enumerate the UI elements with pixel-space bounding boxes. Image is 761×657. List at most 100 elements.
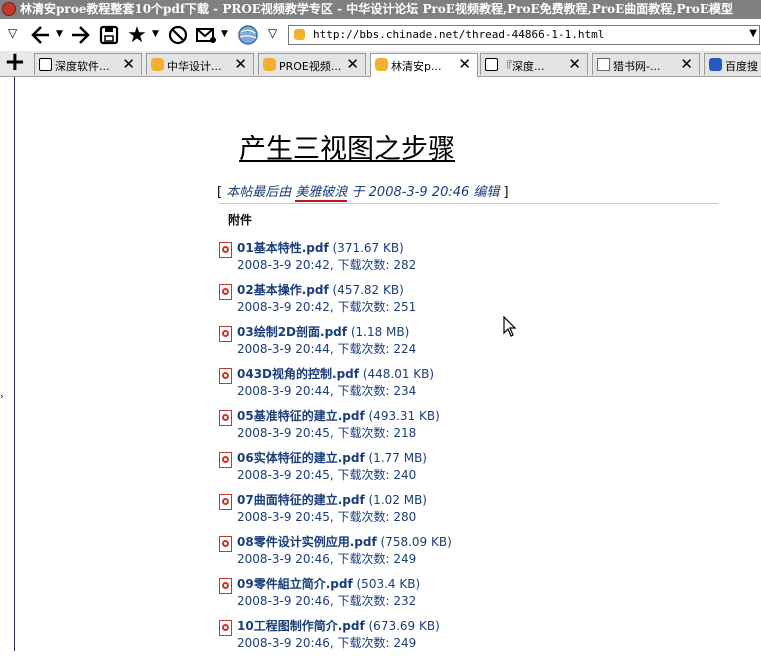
page-icon [485, 58, 498, 71]
tab-bar: + 深度软件... ✕ 中华设计... ✕ PROE视频... ✕ 林清安p..… [0, 49, 761, 77]
pdf-icon [219, 242, 232, 258]
tab-close-icon[interactable]: ✕ [346, 55, 359, 73]
attachment-meta: 2008-3-9 20:46, 下载次数: 249 [237, 636, 417, 650]
back-history-dropdown-icon[interactable]: ▼ [56, 29, 63, 39]
attachments-heading: 附件 [228, 213, 253, 227]
attachment-link[interactable]: 043D视角的控制.pdf [237, 367, 359, 381]
tab-close-icon[interactable]: ✕ [234, 55, 247, 73]
attachment-link[interactable]: 08零件设计实例应用.pdf [237, 535, 377, 549]
mouse-cursor-icon [503, 316, 517, 337]
attachment-size: (493.31 KB) [368, 409, 440, 423]
attachment-size: (758.09 KB) [380, 535, 452, 549]
site-favicon-icon [294, 29, 305, 40]
attachment-size: (1.18 MB) [350, 325, 410, 339]
mail-icon[interactable] [193, 22, 219, 48]
pdf-icon [219, 284, 232, 300]
tab-linqingan-active[interactable]: 林清安p... ✕ [370, 53, 478, 77]
forum-favicon-icon [263, 58, 276, 71]
pdf-icon [219, 620, 232, 636]
stop-icon[interactable] [165, 22, 191, 48]
edit-note-close: ] [503, 185, 509, 200]
attachment-link[interactable]: 09零件組立简介.pdf [237, 577, 353, 591]
link-favicon-icon [597, 58, 610, 71]
post-content: 产生三视图之步骤 [ 本帖最后由 美雅破浪 于 2008-3-9 20:46 编… [0, 77, 761, 651]
attachment-meta: 2008-3-9 20:45, 下载次数: 218 [237, 426, 417, 440]
attachment-meta: 2008-3-9 20:44, 下载次数: 224 [237, 342, 417, 356]
tab-label: 林清安p... [391, 60, 442, 73]
tab-baidu-search[interactable]: 百度搜 [704, 53, 761, 75]
globe-icon[interactable] [235, 22, 261, 48]
address-bar[interactable]: http://bbs.chinade.net/thread-44866-1-1.… [288, 25, 760, 45]
tab-label: PROE视频... [279, 60, 341, 73]
attachment-link[interactable]: 01基本特性.pdf [237, 241, 329, 255]
forward-icon[interactable] [67, 22, 93, 48]
edit-note-open: [ [217, 185, 223, 200]
attachment-link[interactable]: 02基本操作.pdf [237, 283, 329, 297]
divider [219, 203, 718, 204]
save-icon[interactable] [96, 22, 122, 48]
favorites-dropdown-icon[interactable]: ▼ [152, 29, 159, 39]
attachment-link[interactable]: 06实体特征的建立.pdf [237, 451, 365, 465]
menu-dropdown-icon[interactable]: ▽ [8, 26, 17, 40]
back-icon[interactable] [28, 22, 54, 48]
attachment-size: (457.82 KB) [332, 283, 404, 297]
attachment-size: (1.02 MB) [368, 493, 427, 507]
tab-label: 深度软件... [55, 60, 110, 73]
window-titlebar: 林清安proe教程整套10个pdf下载 - PROE视频教学专区 - 中华设计论… [0, 0, 761, 19]
pdf-icon [219, 536, 232, 552]
attachment-meta: 2008-3-9 20:44, 下载次数: 234 [237, 384, 417, 398]
attachment-size: (371.67 KB) [332, 241, 404, 255]
pdf-icon [219, 410, 232, 426]
pdf-icon [219, 326, 232, 342]
attachment-meta: 2008-3-9 20:42, 下载次数: 251 [237, 300, 417, 314]
baidu-paw-icon [709, 58, 722, 71]
tab-deep-quote[interactable]: 『深度... ✕ [480, 53, 588, 75]
tab-lieshu[interactable]: 猎书网-... ✕ [592, 53, 700, 75]
attachment-meta: 2008-3-9 20:45, 下载次数: 240 [237, 468, 417, 482]
navigation-toolbar: ▽ ▼ ★ ▼ ▼ ▽ http://bbs.chinade.net/threa… [0, 19, 761, 51]
attachment-meta: 2008-3-9 20:46, 下载次数: 249 [237, 552, 417, 566]
pdf-icon [219, 578, 232, 594]
new-tab-plus-icon[interactable]: + [4, 49, 26, 75]
url-text: http://bbs.chinade.net/thread-44866-1-1.… [313, 28, 605, 41]
tab-close-icon[interactable]: ✕ [568, 55, 581, 73]
tab-label: 猎书网-... [613, 60, 661, 73]
app-icon [2, 2, 16, 16]
favorites-star-icon[interactable]: ★ [124, 22, 150, 48]
attachment-link[interactable]: 10工程图制作简介.pdf [237, 619, 365, 633]
tab-deep-software[interactable]: 深度软件... ✕ [34, 53, 142, 75]
pdf-icon [219, 368, 232, 384]
edit-note: [ 本帖最后由 美雅破浪 于 2008-3-9 20:46 编辑 ] [217, 181, 509, 202]
window-title: 林清安proe教程整套10个pdf下载 - PROE视频教学专区 - 中华设计论… [20, 2, 733, 16]
url-history-dropdown-icon[interactable]: ▽ [268, 26, 277, 40]
edit-note-suffix: 于 2008-3-9 20:46 编辑 [351, 185, 500, 200]
address-dropdown-icon[interactable]: ▼ [749, 28, 757, 39]
edit-note-prefix: 本帖最后由 [226, 185, 292, 200]
attachment-meta: 2008-3-9 20:45, 下载次数: 280 [237, 510, 417, 524]
tab-label: 百度搜 [725, 60, 758, 73]
tab-close-icon[interactable]: ✕ [458, 55, 471, 73]
attachment-meta: 2008-3-9 20:42, 下载次数: 282 [237, 258, 417, 272]
tab-chinade-forum[interactable]: 中华设计... ✕ [146, 53, 254, 75]
tab-label: 中华设计... [167, 60, 222, 73]
attachment-link[interactable]: 05基准特征的建立.pdf [237, 409, 365, 423]
mail-dropdown-icon[interactable]: ▼ [221, 29, 228, 39]
edit-username-link[interactable]: 美雅破浪 [295, 185, 348, 202]
attachment-size: (1.77 MB) [368, 451, 427, 465]
page-icon [39, 58, 52, 71]
attachment-link[interactable]: 03绘制2D剖面.pdf [237, 325, 347, 339]
attachment-size: (448.01 KB) [362, 367, 435, 381]
attachment-meta: 2008-3-9 20:46, 下载次数: 232 [237, 594, 417, 608]
tab-label: 『深度... [501, 60, 545, 73]
attachment-size: (673.69 KB) [368, 619, 440, 633]
attachment-size: (503.4 KB) [356, 577, 421, 591]
attachment-link[interactable]: 07曲面特征的建立.pdf [237, 493, 365, 507]
forum-favicon-icon [151, 58, 164, 71]
tab-close-icon[interactable]: ✕ [680, 55, 693, 73]
pdf-icon [219, 494, 232, 510]
pdf-icon [219, 452, 232, 468]
tab-close-icon[interactable]: ✕ [122, 55, 135, 73]
forum-favicon-icon [375, 58, 388, 71]
tab-proe-video[interactable]: PROE视频... ✕ [258, 53, 366, 75]
post-heading: 产生三视图之步骤 [239, 134, 455, 165]
